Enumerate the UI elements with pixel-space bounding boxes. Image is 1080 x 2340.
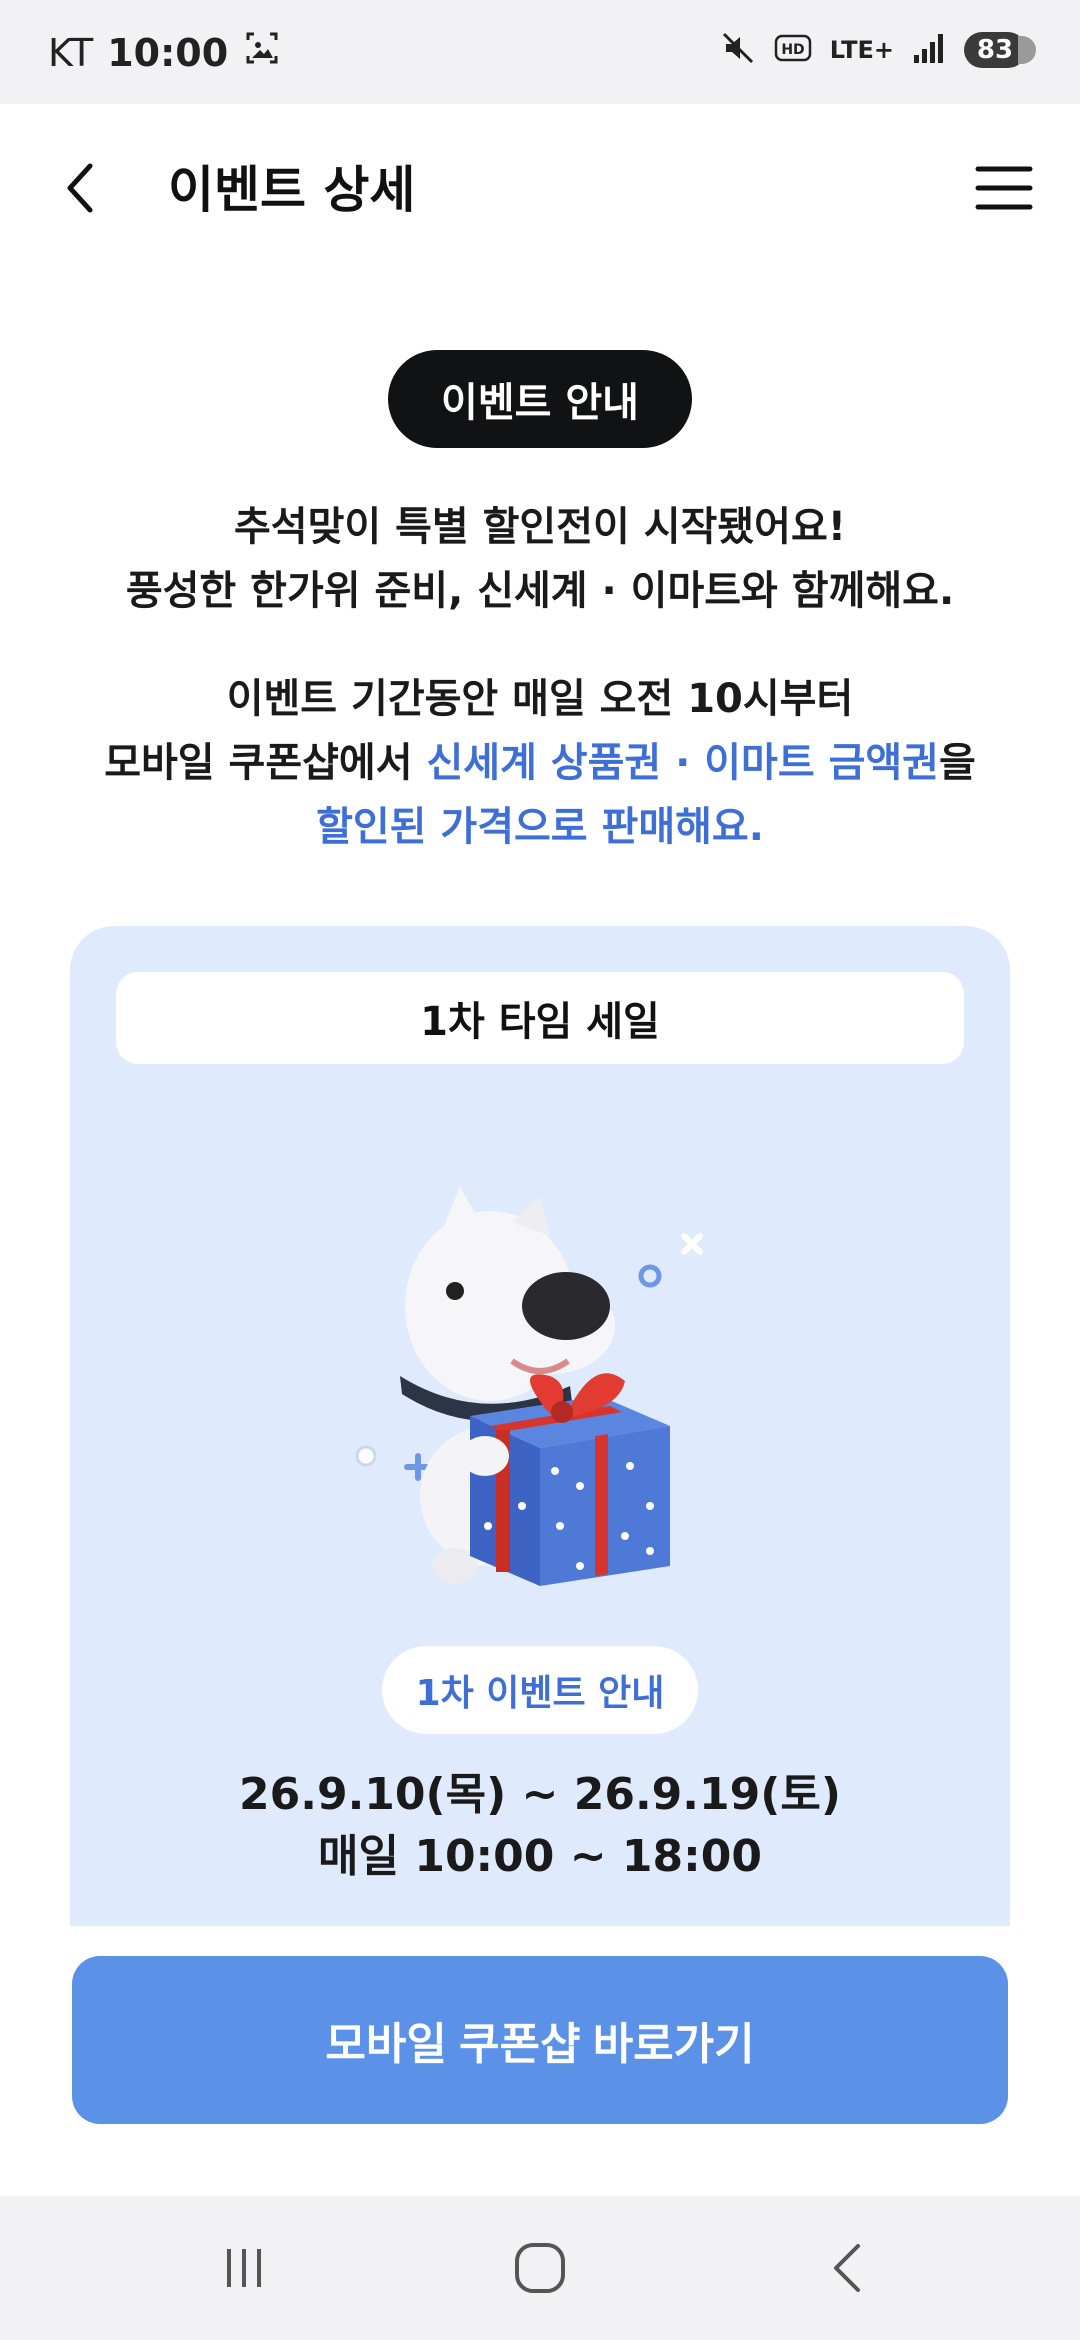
status-bar: KT 10:00 HD LTE+ 83 [0,0,1080,104]
detail-line-2-prefix: 모바일 쿠폰샵에서 [104,740,427,786]
back-button[interactable] [48,156,112,220]
intro-line-2: 풍성한 한가위 준비, 신세계 · 이마트와 함께해요. [125,568,955,614]
mobile-coupon-shop-button[interactable]: 모바일 쿠폰샵 바로가기 [72,1956,1008,2124]
menu-button[interactable] [968,156,1040,220]
intro-line-1: 추석맞이 특별 할인전이 시작됐어요! [233,504,847,550]
event-date-range: 26.9.10(목) ~ 26.9.19(토) [239,1769,841,1820]
detail-line-2: 모바일 쿠폰샵에서 신세계 상품권 · 이마트 금액권을 [40,731,1040,795]
signal-icon [912,31,946,69]
status-left: KT 10:00 [48,28,282,77]
hd-icon: HD [774,32,812,68]
carrier-label: KT [48,30,94,75]
intro-text: 추석맞이 특별 할인전이 시작됐어요! 풍성한 한가위 준비, 신세계 · 이마… [40,495,1040,623]
clock: 10:00 [107,30,229,75]
event-info-badge: 이벤트 안내 [388,350,692,448]
back-icon [834,2244,860,2292]
home-button[interactable] [500,2232,580,2304]
chevron-left-icon [67,163,93,213]
hamburger-menu-icon [975,166,1033,210]
event-hours: 매일 10:00 ~ 18:00 [318,1831,762,1882]
sale-round-title: 1차 타임 세일 [116,972,964,1064]
detail-line-2-suffix: 을 [938,740,976,786]
page-title: 이벤트 상세 [168,161,416,219]
nav-back-button[interactable] [808,2232,888,2304]
status-right: HD LTE+ 83 [720,30,1036,70]
mute-icon [720,30,756,70]
home-icon [515,2243,565,2293]
detail-text: 이벤트 기간동안 매일 오전 10시부터 모바일 쿠폰샵에서 신세계 상품권 ·… [40,667,1040,859]
lte-icon: LTE+ [829,36,894,64]
svg-text:HD: HD [781,42,804,58]
system-nav-bar [0,2196,1080,2340]
recent-apps-icon [227,2249,261,2287]
battery-icon: 83 [964,32,1036,68]
recent-apps-button[interactable] [204,2232,284,2304]
event-dates: 26.9.10(목) ~ 26.9.19(토) 매일 10:00 ~ 18:00 [70,1764,1010,1888]
detail-line-2-highlight: 신세계 상품권 · 이마트 금액권 [426,740,939,786]
screenshot-icon [242,28,282,77]
detail-line-3: 할인된 가격으로 판매해요. [316,804,764,850]
detail-line-1: 이벤트 기간동안 매일 오전 10시부터 [226,676,854,722]
event-round-info-chip: 1차 이벤트 안내 [382,1646,698,1734]
app-header: 이벤트 상세 [0,104,1080,272]
time-sale-card: 1차 타임 세일 1차 이벤트 안내 26.9.10(목) ~ 26.9.19(… [70,926,1010,1926]
dog-mascot-illustration [250,1126,830,1606]
